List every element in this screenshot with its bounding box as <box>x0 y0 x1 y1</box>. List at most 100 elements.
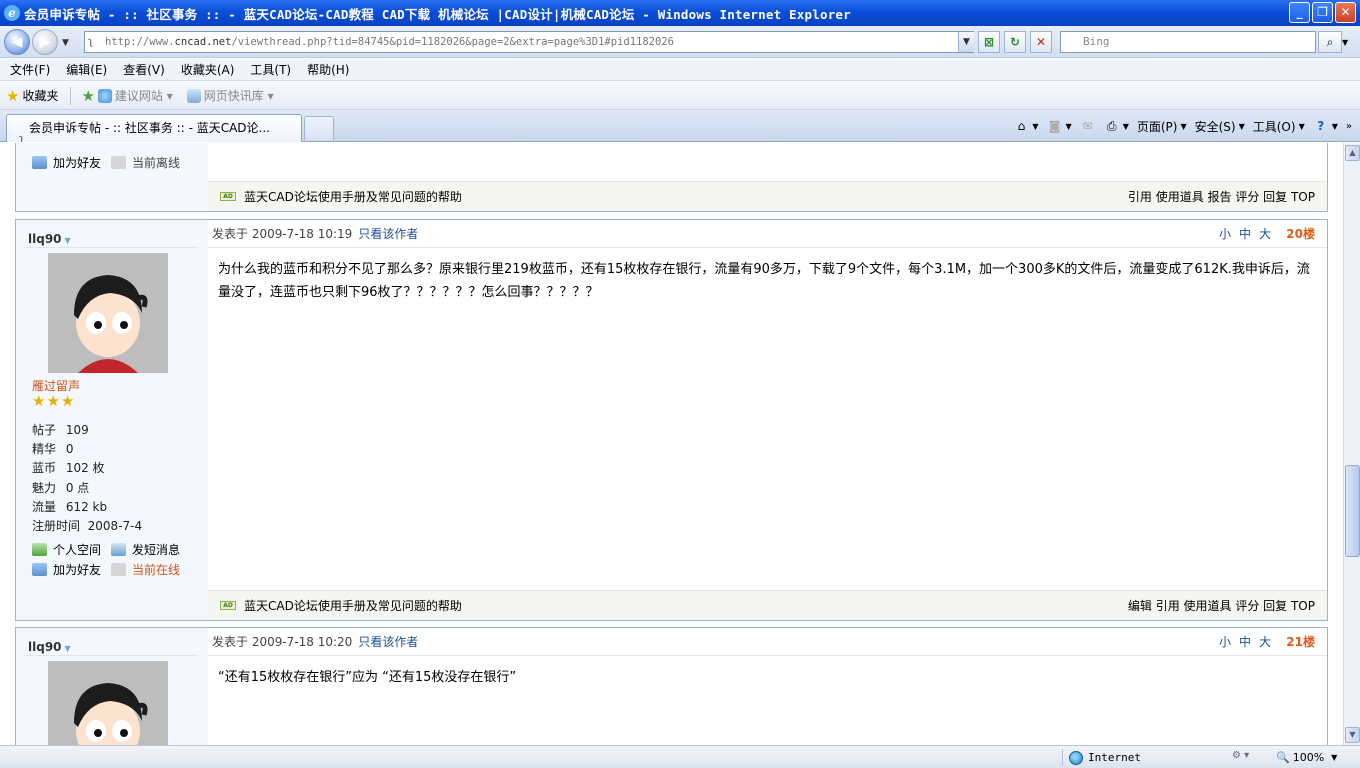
forward-button[interactable]: ▶ <box>32 29 58 55</box>
fav-web-slice[interactable]: 网页快讯库 ▾ <box>186 87 274 104</box>
mail-button[interactable]: ✉ <box>1080 119 1096 133</box>
divider <box>70 86 72 105</box>
user-links-row-2: 加为好友 当前在线 <box>32 561 180 578</box>
post-actions[interactable]: 编辑 引用 使用道具 评分 回复 TOP <box>1128 597 1315 614</box>
add-favorite-icon[interactable]: ★ <box>81 87 94 105</box>
chevron-down-icon: ▼ <box>64 236 71 245</box>
fav-suggested-label: 建议网站 ▾ <box>114 89 173 103</box>
only-author-link[interactable]: 只看该作者 <box>358 225 418 242</box>
tab-current[interactable]: ʅ 会员申诉专帖 - :: 社区事务 :: - 蓝天CAD论... <box>6 114 302 142</box>
vertical-scrollbar[interactable]: ▲ ▼ <box>1343 143 1360 745</box>
stat-posts: 帖子 109 <box>32 423 89 437</box>
url-site: cncad.net <box>174 36 232 48</box>
post-header: 发表于 2009-7-18 10:19 只看该作者 小中大 20楼 <box>208 220 1327 248</box>
security-zone[interactable]: Internet <box>1062 749 1141 766</box>
post-main: 发表于 2009-7-18 10:20 只看该作者 小中大 21楼 “还有15枚… <box>208 628 1327 699</box>
url-rest: /viewthread.php?tid=84745&pid=1182026&pa… <box>231 36 674 48</box>
web-slice-icon <box>186 88 201 103</box>
address-input[interactable]: http://www.cncad.net/viewthread.php?tid=… <box>84 31 974 53</box>
zoom-level: 100% <box>1292 751 1325 764</box>
footer-ad-link[interactable]: 蓝天CAD论坛使用手册及常见问题的帮助 <box>244 597 462 614</box>
footer-ad-link[interactable]: 蓝天CAD论坛使用手册及常见问题的帮助 <box>244 188 462 205</box>
post-20: llq90 ▼ 雁过留声 ★★★ 帖子 109 精华 0 蓝币 102 枚 魅力… <box>15 219 1328 621</box>
menu-favorites[interactable]: 收藏夹(A) <box>181 61 235 78</box>
address-dropdown-icon[interactable]: ▼ <box>958 32 974 52</box>
post-previous: 加为好友 当前离线 AD 蓝天CAD论坛使用手册及常见问题的帮助 引用 使用道具… <box>15 143 1328 212</box>
scroll-thumb[interactable] <box>1345 465 1360 557</box>
minimize-button[interactable]: _ <box>1289 2 1310 23</box>
page-icon: ʅ <box>88 35 94 48</box>
menu-file[interactable]: 文件(F) <box>10 61 50 78</box>
new-tab-button[interactable] <box>304 116 334 140</box>
add-friend-icon <box>32 156 47 169</box>
favorites-button[interactable]: 收藏夹 <box>22 87 58 104</box>
rss-icon: ◙ <box>1048 119 1061 133</box>
font-size-switcher[interactable]: 小中大 <box>1219 225 1279 242</box>
print-button[interactable]: ⎙ ▼ <box>1104 119 1129 133</box>
tools-menu[interactable]: 工具(O) ▼ <box>1253 118 1305 135</box>
ad-badge-icon: AD <box>220 601 236 610</box>
address-toolbar: ◀ ▶ ▼ http://www.cncad.net/viewthread.ph… <box>0 26 1360 58</box>
prev-friend-links: 加为好友 当前离线 <box>32 154 180 171</box>
more-commands-button[interactable]: » <box>1346 121 1352 132</box>
post-footer: AD 蓝天CAD论坛使用手册及常见问题的帮助 编辑 引用 使用道具 评分 回复 … <box>208 590 1327 620</box>
menu-view[interactable]: 查看(V) <box>123 61 165 78</box>
only-author-link[interactable]: 只看该作者 <box>358 633 418 650</box>
favorites-bar: ★ 收藏夹 ★ 建议网站 ▾ 网页快讯库 ▾ <box>0 82 1360 110</box>
tools-menu-label: 工具(O) <box>1252 119 1296 134</box>
fav-web-slice-label: 网页快讯库 ▾ <box>203 89 274 103</box>
window-title: 会员申诉专帖 - :: 社区事务 :: - 蓝天CAD论坛-CAD教程 CAD下… <box>24 6 851 22</box>
chevron-down-icon: ▼ <box>1331 753 1338 762</box>
stat-charm: 魅力 0 点 <box>32 481 90 495</box>
search-input[interactable]: Bing <box>1060 31 1316 53</box>
safety-menu[interactable]: 安全(S) ▼ <box>1195 118 1245 135</box>
home-space-icon <box>32 543 47 556</box>
refresh-icon[interactable]: ↻ <box>1004 31 1026 53</box>
mail-icon: ✉ <box>1082 119 1093 133</box>
floor-number: 21楼 <box>1286 635 1315 649</box>
search-options-icon[interactable]: ▼ <box>1342 38 1348 47</box>
send-message-link[interactable]: 发短消息 <box>132 541 180 558</box>
stop-icon[interactable]: ✕ <box>1030 31 1052 53</box>
search-button[interactable]: ⌕ <box>1318 31 1342 53</box>
post-footer: AD 蓝天CAD论坛使用手册及常见问题的帮助 引用 使用道具 报告 评分 回复 … <box>208 181 1327 211</box>
history-dropdown-icon[interactable]: ▼ <box>62 38 69 48</box>
stat-coins: 蓝币 102 枚 <box>32 461 105 475</box>
page-icon: ʅ <box>19 132 25 142</box>
compat-view-icon[interactable]: ⊠ <box>978 31 1000 53</box>
post-author[interactable]: llq90 ▼ <box>28 232 71 246</box>
menu-bar: 文件(F) 编辑(E) 查看(V) 收藏夹(A) 工具(T) 帮助(H) <box>0 59 1360 81</box>
protected-mode-icon[interactable]: ⚙ ▾ <box>1232 750 1249 761</box>
restore-button[interactable]: ❐ <box>1312 2 1333 23</box>
globe-icon <box>1069 750 1083 765</box>
personal-space-link[interactable]: 个人空间 <box>53 541 101 558</box>
scroll-up-icon[interactable]: ▲ <box>1345 145 1360 161</box>
home-button[interactable]: ⌂ ▼ <box>1013 119 1039 133</box>
scroll-down-icon[interactable]: ▼ <box>1345 727 1360 743</box>
add-friend-icon <box>32 563 47 576</box>
page-menu[interactable]: 页面(P) ▼ <box>1137 118 1187 135</box>
add-friend-link[interactable]: 加为好友 <box>53 154 101 171</box>
close-button[interactable]: ✕ <box>1335 2 1356 23</box>
title-bar: e 会员申诉专帖 - :: 社区事务 :: - 蓝天CAD论坛-CAD教程 CA… <box>0 0 1360 26</box>
font-size-switcher[interactable]: 小中大 <box>1219 633 1279 650</box>
post-header: 发表于 2009-7-18 10:20 只看该作者 小中大 21楼 <box>208 628 1327 656</box>
menu-edit[interactable]: 编辑(E) <box>66 61 107 78</box>
menu-tools[interactable]: 工具(T) <box>250 61 291 78</box>
menu-help[interactable]: 帮助(H) <box>307 61 349 78</box>
post-content: 为什么我的蓝币和积分不见了那么多？原来银行里219枚蓝币，还有15枚枚存在银行，… <box>218 262 1310 300</box>
divider <box>24 655 198 656</box>
online-status-icon <box>111 563 127 576</box>
help-button[interactable]: ? ▼ <box>1313 119 1338 133</box>
fav-suggested-sites[interactable]: 建议网站 ▾ <box>97 87 173 104</box>
post-author[interactable]: llq90 ▼ <box>28 640 71 654</box>
url-prefix: http://www. <box>105 36 175 48</box>
feeds-button[interactable]: ◙ ▼ <box>1047 119 1072 133</box>
stat-register-date: 注册时间 2008-7-4 <box>32 519 143 533</box>
chevron-down-icon: ▼ <box>64 644 71 653</box>
zoom-control[interactable]: 🔍 100% ▼ <box>1276 749 1337 766</box>
add-friend-link[interactable]: 加为好友 <box>53 561 101 578</box>
back-button[interactable]: ◀ <box>4 29 30 55</box>
post-date: 发表于 2009-7-18 10:19 <box>212 227 353 241</box>
post-actions[interactable]: 引用 使用道具 报告 评分 回复 TOP <box>1128 188 1315 205</box>
